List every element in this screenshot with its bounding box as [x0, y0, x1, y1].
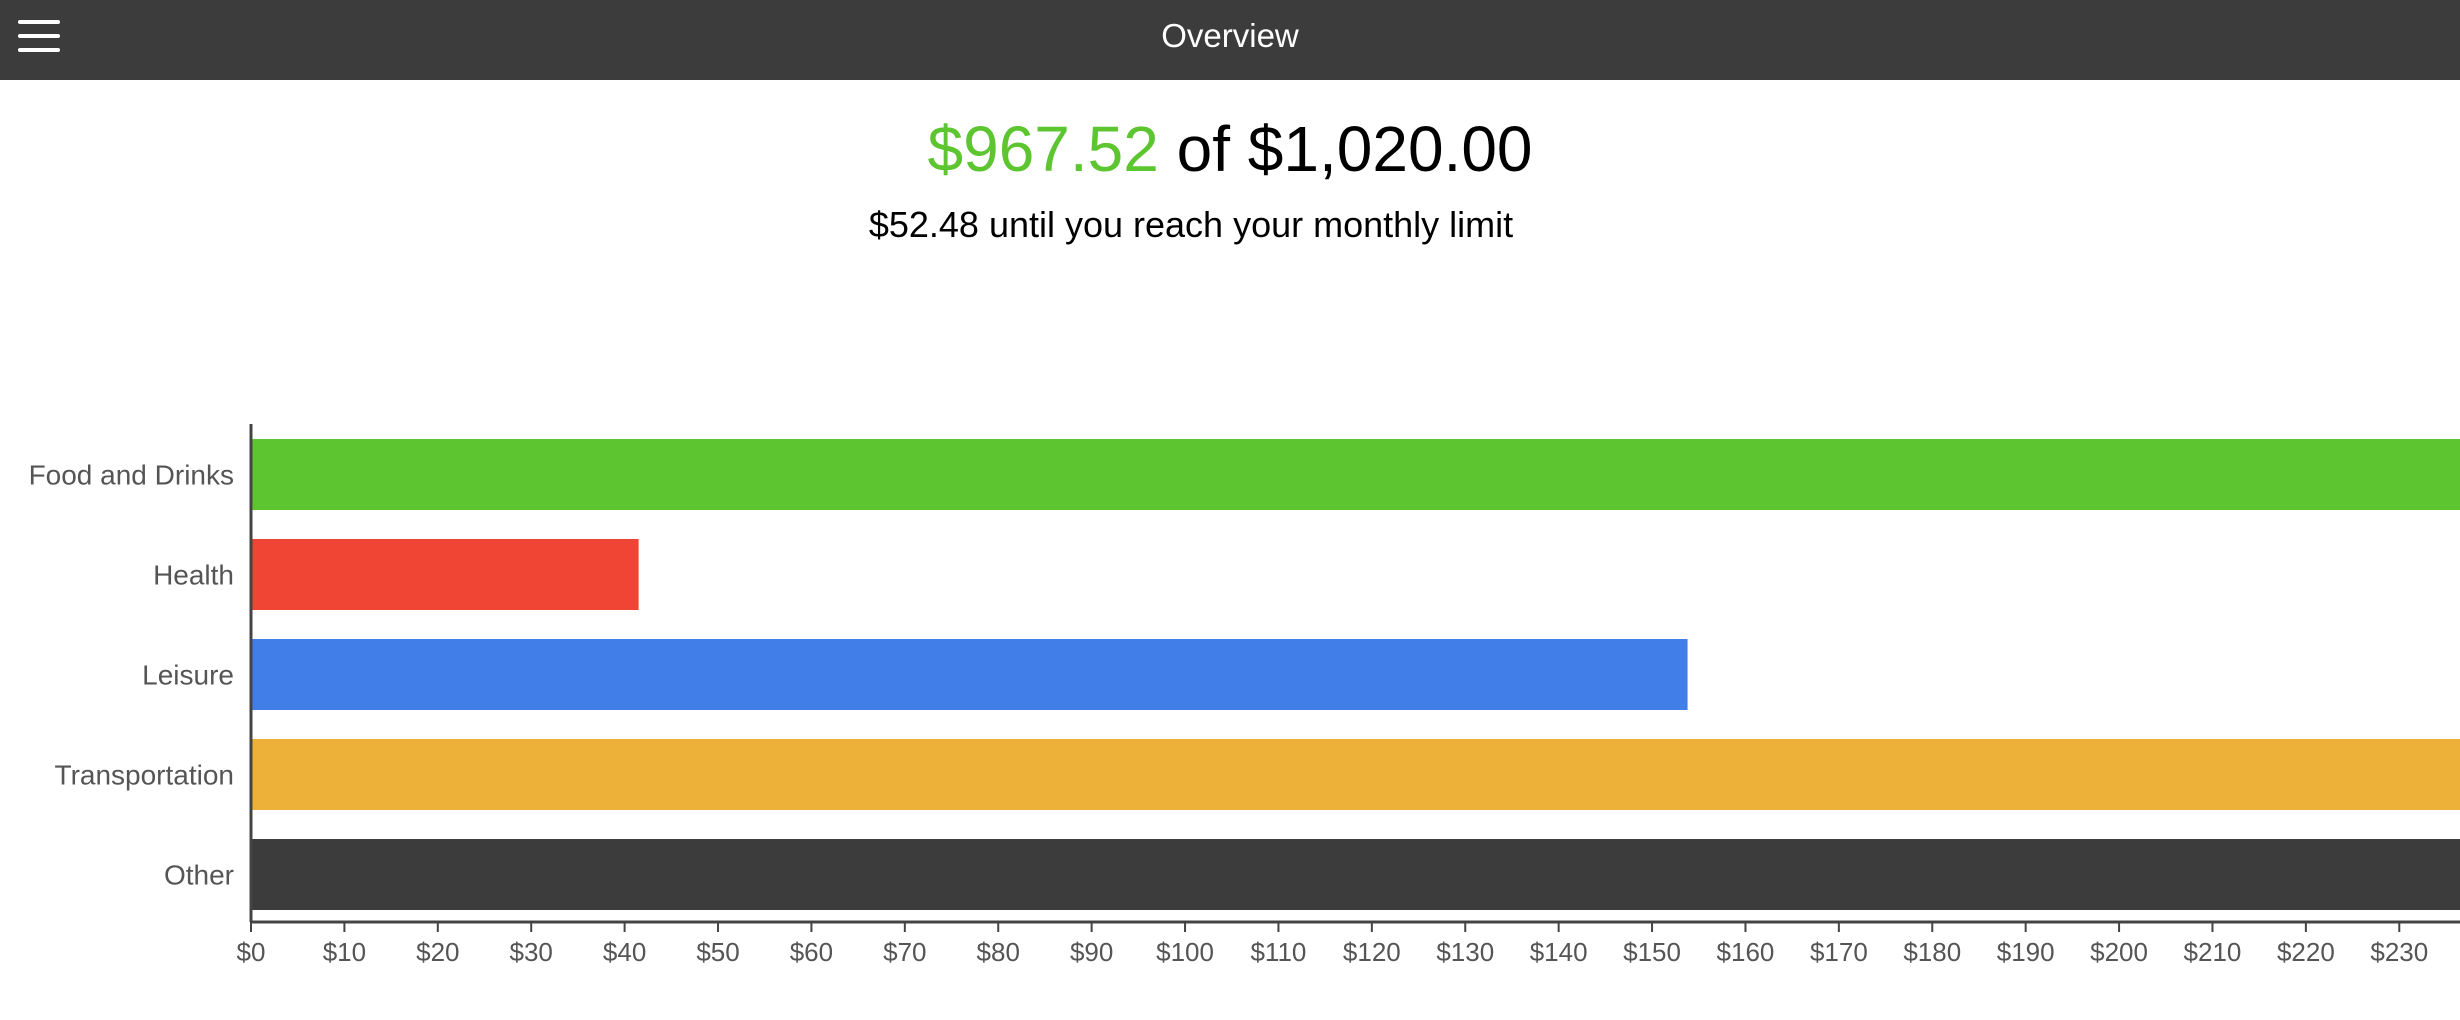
x-tick-label: $30	[510, 937, 553, 967]
bar-other	[251, 839, 2460, 910]
x-tick-label: $170	[1810, 937, 1868, 967]
x-tick-label: $20	[416, 937, 459, 967]
budget-summary: $967.52 of $1,020.00	[0, 112, 2460, 186]
x-tick-label: $150	[1623, 937, 1681, 967]
x-tick-label: $0	[237, 937, 266, 967]
x-tick-label: $40	[603, 937, 646, 967]
bar-food-and-drinks	[251, 439, 2460, 510]
x-tick-label: $90	[1070, 937, 1113, 967]
spent-amount: $967.52	[927, 113, 1159, 185]
x-tick-label: $110	[1250, 937, 1306, 967]
page-title: Overview	[1161, 17, 1299, 54]
x-tick-label: $120	[1343, 937, 1401, 967]
x-tick-label: $180	[1903, 937, 1961, 967]
of-label: of	[1176, 113, 1230, 185]
x-tick-label: $10	[323, 937, 366, 967]
x-tick-label: $200	[2090, 937, 2148, 967]
category-label: Food and Drinks	[29, 460, 234, 491]
x-tick-label: $130	[1436, 937, 1494, 967]
x-tick-label: $220	[2277, 937, 2335, 967]
x-tick-label: $140	[1530, 937, 1588, 967]
category-label: Transportation	[55, 760, 235, 791]
bar-health	[251, 539, 639, 610]
x-tick-label: $80	[977, 937, 1020, 967]
remaining-text: $52.48 until you reach your monthly limi…	[868, 204, 1514, 245]
top-bar: Overview	[0, 0, 2460, 80]
spending-bar-chart: Food and Drinks Health Leisure Transportati…	[29, 424, 2460, 967]
x-tick-label: $60	[790, 937, 833, 967]
x-tick-label: $160	[1717, 937, 1775, 967]
x-tick-label: $210	[2184, 937, 2242, 967]
x-tick-label: $230	[2370, 937, 2428, 967]
x-tick-label: $70	[883, 937, 926, 967]
category-label: Other	[164, 860, 234, 891]
category-label: Leisure	[142, 660, 234, 691]
bar-transportation	[251, 739, 2460, 810]
x-tick-label: $190	[1997, 937, 2055, 967]
x-tick-label: $100	[1156, 937, 1214, 967]
category-label: Health	[153, 560, 234, 591]
limit-amount: $1,020.00	[1247, 113, 1533, 185]
bar-leisure	[251, 639, 1688, 710]
x-tick-label: $50	[696, 937, 739, 967]
